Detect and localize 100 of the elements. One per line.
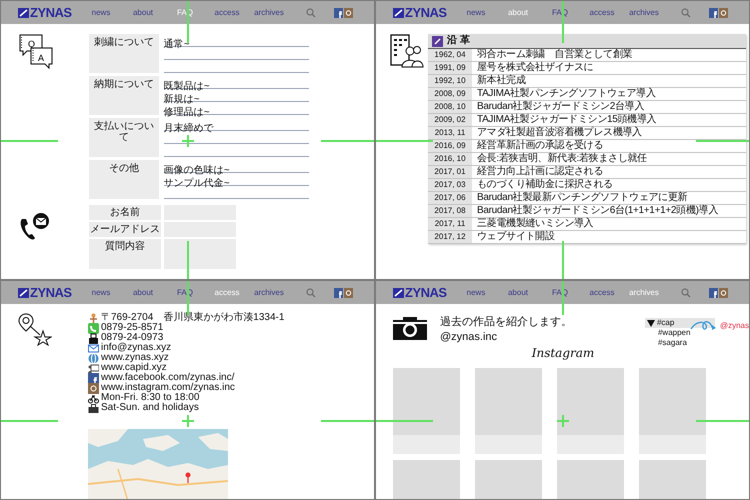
- logo-link[interactable]: ZYNAS: [393, 285, 455, 300]
- date-cell: 2016, 10: [428, 153, 472, 165]
- nav-link[interactable]: about: [497, 288, 539, 298]
- event-cell-text: 経営革新計画の承認を受ける: [476, 140, 604, 152]
- date-cell: 2017, 01: [428, 166, 472, 178]
- textarea-field[interactable]: [164, 239, 236, 269]
- guide-line: [376, 420, 433, 422]
- date-cell: 2008, 09: [428, 88, 472, 100]
- building-people-icon: [390, 34, 424, 68]
- logo-link[interactable]: ZYNAS: [18, 285, 80, 300]
- crosshair-mark: [182, 135, 194, 147]
- event-cell-text: Barudan社製ジャガードミシン6台(1+1+1+1+2頭機)導入: [476, 205, 718, 217]
- phone-icon: [88, 322, 99, 334]
- event-cell-text: 三菱電機製縫いミシン導入: [476, 218, 594, 230]
- instagram-icon[interactable]: [719, 288, 728, 298]
- event-cell-text: 経営力向上計画に認定される: [476, 166, 604, 178]
- event-cell-text: 羽合ホーム刺繍 自営業として創業: [476, 49, 632, 61]
- answer-text: 画像の色味は~: [164, 165, 230, 177]
- globe-icon: [88, 352, 99, 364]
- date-cell: 2017, 06: [428, 192, 472, 204]
- nav-link[interactable]: archives: [623, 288, 665, 298]
- event-cell-text: 会長:若狭吉明、新代表:若狭まさし就任: [476, 153, 647, 165]
- nav-link[interactable]: about: [122, 288, 164, 298]
- phone-number: 0879-25-8571: [101, 323, 164, 333]
- section-icon: [432, 36, 443, 46]
- event-cell-text: TAJIMA社製パンチングソフトウェア導入: [476, 88, 656, 100]
- event-cell-text: アマダ社製超音波溶着機プレス機導入: [476, 127, 642, 139]
- event-cell-text: Barudan社製最新パンチングソフトウェアに更新: [476, 192, 688, 204]
- facebook-icon[interactable]: [334, 8, 343, 18]
- date-cell: 2016, 09: [428, 140, 472, 152]
- account-name: @zynas.inc: [440, 331, 498, 344]
- answer-text: サンプル代金~: [164, 178, 230, 190]
- nav-link[interactable]: access: [206, 8, 248, 18]
- event-cell-text: Barudan社製ジャガードミシン2台導入: [476, 101, 644, 113]
- answer-text: 既製品は~: [164, 81, 210, 93]
- closed-days: Sat-Sun. and holidays: [101, 403, 199, 413]
- logo-mark-icon: [18, 8, 29, 18]
- nav-link[interactable]: news: [455, 288, 497, 298]
- camera-icon: [393, 314, 427, 341]
- nav-link[interactable]: access: [206, 288, 248, 298]
- fax-icon: [88, 332, 99, 344]
- instagram-icon[interactable]: [344, 288, 353, 298]
- nav-link[interactable]: archives: [248, 288, 290, 298]
- event-cell-text: 屋号を株式会社ザイナスに: [476, 62, 594, 74]
- nav-link[interactable]: news: [455, 8, 497, 18]
- faq-category-label: その他: [89, 160, 159, 199]
- guide-line: [562, 241, 564, 279]
- faq-category-label: 支払いについて: [89, 118, 159, 157]
- facebook-icon[interactable]: [709, 288, 718, 298]
- nav-link[interactable]: access: [581, 8, 623, 18]
- answer-text: 新規は~: [164, 94, 200, 106]
- facebook-icon[interactable]: [334, 288, 343, 298]
- account-link[interactable]: @zynas: [720, 321, 749, 330]
- instagram-icon[interactable]: [719, 8, 728, 18]
- instagram-icon[interactable]: [344, 8, 353, 18]
- nav-link[interactable]: news: [80, 288, 122, 298]
- phone-mail-icon: [18, 213, 50, 241]
- date-cell: 2013, 11: [428, 127, 472, 139]
- facebook-icon[interactable]: [709, 8, 718, 18]
- tag-filter[interactable]: #wappen: [644, 328, 690, 338]
- computer-icon: [88, 362, 99, 374]
- search-icon[interactable]: [681, 288, 691, 298]
- nav-link[interactable]: about: [122, 8, 164, 18]
- logo-link[interactable]: ZYNAS: [393, 5, 455, 20]
- caret-icon: [646, 320, 655, 326]
- logo-link[interactable]: ZYNAS: [18, 5, 80, 20]
- date-cell: 2017, 03: [428, 179, 472, 191]
- mail-icon: [88, 342, 99, 354]
- fax-number: 0879-24-0973: [101, 333, 164, 343]
- answer-text: 通常~: [164, 39, 190, 51]
- guide-line: [696, 420, 749, 422]
- tag-filter[interactable]: #cap: [644, 318, 715, 328]
- nav-link[interactable]: news: [80, 8, 122, 18]
- search-icon[interactable]: [306, 288, 316, 298]
- date-cell: 2008, 10: [428, 101, 472, 113]
- nav-link[interactable]: archives: [248, 8, 290, 18]
- date-cell: 2009, 02: [428, 114, 472, 126]
- crosshair-mark: [182, 415, 194, 427]
- search-icon[interactable]: [306, 8, 316, 18]
- guide-line: [1, 140, 58, 142]
- nav-link[interactable]: archives: [623, 8, 665, 18]
- form-label: お名前: [89, 205, 161, 220]
- pin-star-icon: [18, 313, 52, 346]
- event-cell-text: ものづくり補助金に採択される: [476, 179, 613, 191]
- curved-arrow-icon: [690, 319, 717, 332]
- event-cell-text: 新本社完成: [476, 75, 526, 87]
- tag-filter[interactable]: #sagara: [644, 338, 690, 348]
- nav-link[interactable]: access: [581, 288, 623, 298]
- guide-line: [187, 241, 189, 279]
- logo-mark-icon: [18, 288, 29, 298]
- email-address: info@zynas.xyz: [101, 343, 172, 353]
- search-icon[interactable]: [681, 8, 691, 18]
- date-cell: 1962, 04: [428, 49, 472, 61]
- nav-link[interactable]: about: [497, 8, 539, 18]
- event-cell-text: ウェブサイト開設: [476, 231, 555, 243]
- event-cell-text: TAJIMA社製ジャガードミシン15頭機導入: [476, 114, 656, 126]
- date-cell: 1992, 10: [428, 75, 472, 87]
- gallery-heading: Instagram: [530, 346, 596, 360]
- briefcase-icon: [88, 402, 99, 414]
- instagram-icon: [88, 382, 99, 394]
